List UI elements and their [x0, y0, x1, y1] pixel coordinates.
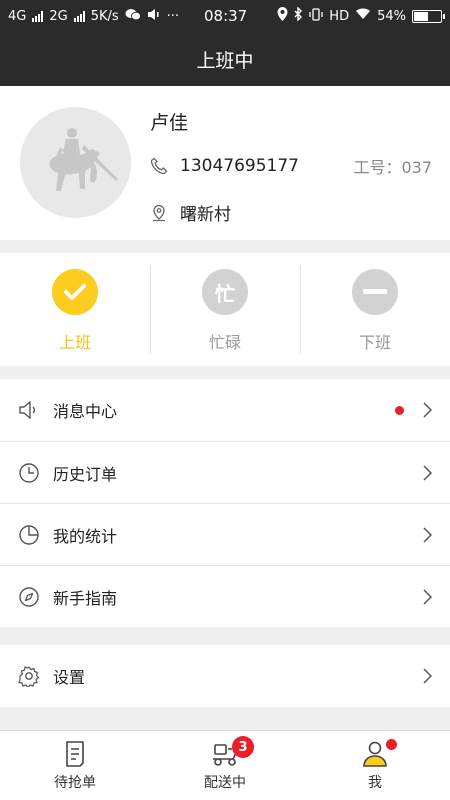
vibrate-icon — [309, 7, 323, 25]
clock-icon — [18, 462, 40, 484]
gear-icon — [18, 665, 40, 687]
tab-me[interactable]: 我 — [300, 731, 450, 800]
status-on-duty-button[interactable]: 上班 — [0, 253, 150, 366]
tab-label: 我 — [368, 775, 382, 791]
profile-card: 卢佳 13047695177 曙新村 工号：037 — [0, 86, 450, 240]
tab-label: 配送中 — [204, 775, 246, 791]
menu-item-label: 新手指南 — [53, 588, 118, 608]
tab-pending-orders[interactable]: 待抢单 — [0, 731, 150, 800]
knight-rider-icon — [49, 128, 118, 191]
bottom-tab-bar: 待抢单 配送中 3 我 — [0, 730, 450, 800]
busy-icon: 忙 — [202, 269, 248, 315]
settings-menu: 设置 — [0, 645, 450, 707]
phone-row: 13047695177 — [150, 156, 299, 176]
battery-percent: 54% — [377, 8, 406, 24]
employee-number: 工号：037 — [353, 158, 432, 177]
menu-item-settings[interactable]: 设置 — [0, 645, 450, 707]
tab-delivering[interactable]: 配送中 3 — [150, 731, 300, 800]
menu-item-guide[interactable]: 新手指南 — [0, 565, 450, 627]
volume-icon — [147, 8, 161, 25]
chevron-right-icon — [423, 588, 432, 605]
notification-dot — [386, 739, 397, 750]
battery-icon — [412, 9, 445, 23]
network-2g-label: 2G — [49, 8, 68, 24]
status-busy-button[interactable]: 忙 忙碌 — [150, 253, 300, 366]
minus-icon — [352, 269, 398, 315]
nav-bar: 上班中 — [0, 32, 450, 86]
speaker-icon — [18, 399, 40, 421]
tab-label: 待抢单 — [54, 775, 96, 791]
menu-item-messages[interactable]: 消息中心 — [0, 379, 450, 441]
user-name: 卢佳 — [150, 112, 189, 134]
map-pin-icon — [153, 204, 165, 221]
check-icon — [52, 269, 98, 315]
status-on-duty-label: 上班 — [58, 333, 91, 352]
network-4g-label: 4G — [8, 8, 27, 24]
avatar[interactable] — [20, 107, 131, 218]
chevron-right-icon — [423, 402, 432, 418]
phone-icon — [150, 157, 168, 175]
menu-item-order-history[interactable]: 历史订单 — [0, 441, 450, 503]
clock: 08:37 — [204, 7, 248, 25]
bluetooth-icon — [294, 6, 303, 25]
menu-item-label: 历史订单 — [53, 464, 118, 484]
phone-number: 13047695177 — [180, 156, 299, 176]
chevron-right-icon — [423, 668, 432, 684]
menu-item-statistics[interactable]: 我的统计 — [0, 503, 450, 565]
location-row: 曙新村 — [150, 200, 231, 225]
signal-icon-2 — [73, 10, 85, 22]
unread-dot — [395, 405, 404, 415]
compass-icon — [18, 586, 40, 608]
status-bar: 4G 2G 5K/s ··· 08:37 HD 54% — [0, 0, 450, 32]
chevron-right-icon — [423, 464, 432, 481]
page-title: 上班中 — [196, 49, 254, 72]
network-speed: 5K/s — [90, 8, 119, 24]
delivering-count-badge: 3 — [232, 736, 254, 758]
status-off-duty-button[interactable]: 下班 — [300, 253, 450, 366]
location-icon — [277, 7, 288, 25]
work-status-panel: 上班 忙 忙碌 下班 — [0, 253, 450, 366]
chevron-right-icon — [423, 526, 432, 543]
wifi-icon — [355, 8, 371, 24]
hd-label: HD — [329, 8, 350, 24]
menu-item-label: 我的统计 — [53, 526, 118, 546]
status-off-duty-label: 下班 — [358, 333, 391, 352]
menu-list: 消息中心 历史订单 我的统计 新手指南 — [0, 379, 450, 627]
pie-chart-icon — [18, 524, 40, 546]
signal-icon — [32, 10, 44, 22]
status-busy-label: 忙碌 — [208, 333, 241, 352]
more-dots: ··· — [166, 8, 180, 24]
menu-item-label: 设置 — [53, 668, 86, 687]
menu-item-label: 消息中心 — [53, 402, 118, 421]
document-icon — [66, 741, 84, 767]
wechat-icon — [125, 8, 141, 25]
location-text: 曙新村 — [180, 205, 231, 225]
